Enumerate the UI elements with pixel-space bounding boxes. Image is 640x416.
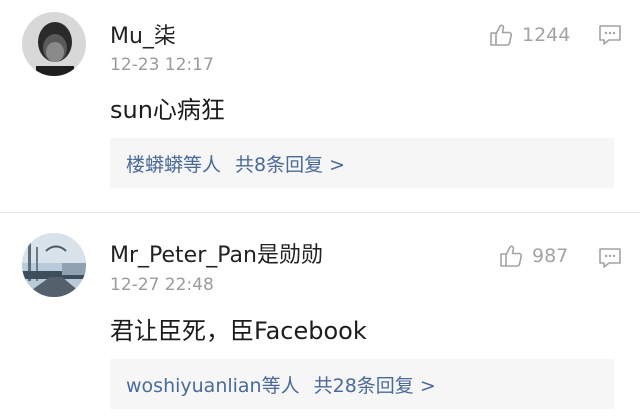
- reply-button[interactable]: [598, 24, 622, 46]
- comment-icon: [599, 25, 621, 45]
- timestamp: 12-23 12:17: [110, 55, 214, 75]
- thumbs-up-icon: [500, 245, 523, 267]
- like-button[interactable]: 1244: [488, 22, 570, 48]
- username[interactable]: Mu_柒: [110, 18, 176, 50]
- reply-count[interactable]: 共8条回复 >: [235, 150, 345, 177]
- like-button[interactable]: 987: [498, 243, 568, 269]
- replies-summary[interactable]: 楼蟒蟒等人 共8条回复 >: [110, 138, 614, 188]
- reply-button[interactable]: [598, 247, 622, 269]
- comment-item: Mr_Peter_Pan是勋勋 12-27 22:48 君让臣死，臣Facebo…: [0, 213, 640, 416]
- comment-item: Mu_柒 12-23 12:17 sun心病狂 1244 楼蟒蟒等人 共8条回复…: [0, 0, 640, 213]
- reply-count[interactable]: 共28条回复 >: [314, 371, 436, 398]
- replies-summary[interactable]: woshiyuanlian等人 共28条回复 >: [110, 359, 614, 409]
- dark-portrait-avatar-icon: [22, 12, 86, 76]
- like-count: 987: [532, 245, 569, 267]
- comment-text: 君让臣死，臣Facebook: [110, 317, 367, 345]
- comment-icon: [599, 248, 621, 268]
- like-count: 1244: [522, 24, 571, 46]
- reply-users[interactable]: woshiyuanlian等人: [126, 371, 300, 398]
- comment-text: sun心病狂: [110, 96, 225, 124]
- username[interactable]: Mr_Peter_Pan是勋勋: [110, 237, 323, 269]
- pier-landscape-avatar-icon: [22, 233, 86, 297]
- thumbs-up-icon: [490, 24, 513, 46]
- timestamp: 12-27 22:48: [110, 275, 214, 295]
- reply-users[interactable]: 楼蟒蟒等人: [126, 150, 221, 177]
- avatar[interactable]: [22, 12, 86, 76]
- avatar[interactable]: [22, 233, 86, 297]
